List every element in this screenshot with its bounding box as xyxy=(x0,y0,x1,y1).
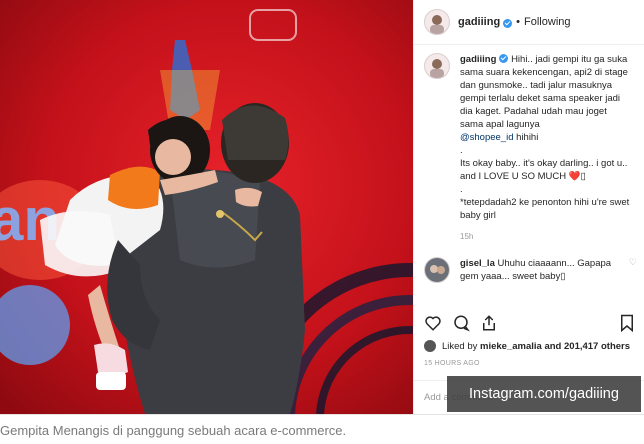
post-header: gadiiing • Following xyxy=(414,0,644,45)
bookmark-icon[interactable] xyxy=(619,314,635,337)
caption-dot-1: . xyxy=(460,145,463,156)
separator-dot: • xyxy=(516,16,521,28)
caption-body: gadiiing Hihi.. jadi gempi itu ga suka s… xyxy=(460,53,630,243)
liked-by-user[interactable]: mieke_amalia xyxy=(480,341,542,352)
share-icon[interactable] xyxy=(480,314,498,337)
comment-icon[interactable] xyxy=(452,314,470,337)
post-photo: an xyxy=(0,0,413,414)
caption-avatar[interactable] xyxy=(424,53,450,79)
caption-dot-2: . xyxy=(460,184,463,195)
follow-status[interactable]: Following xyxy=(524,16,570,28)
caption-username[interactable]: gadiiing xyxy=(460,54,496,65)
caption-timestamp: 15h xyxy=(460,232,474,241)
comment-like-icon[interactable]: ♡ xyxy=(629,257,637,268)
comment-item: gisel_la Uhuhu ciaaaann... Gapapa gem ya… xyxy=(424,257,637,283)
action-bar xyxy=(424,312,637,336)
commenter-avatar[interactable] xyxy=(424,257,450,283)
mention-link[interactable]: @shopee_id xyxy=(460,132,514,143)
caption-text-3: Its okay baby.. it's okay darling.. i go… xyxy=(460,158,628,182)
comments-section: gadiiing Hihi.. jadi gempi itu ga suka s… xyxy=(414,45,644,283)
liker-avatar xyxy=(424,340,436,352)
caption-verified-icon xyxy=(499,54,509,63)
commenter-username[interactable]: gisel_la xyxy=(460,258,495,269)
post-time-ago: 15 HOURS AGO xyxy=(424,360,480,367)
caption-text-4: *tetepdadah2 ke penonton hihi u're swet … xyxy=(460,197,630,221)
caption-text-1: Hihi.. jadi gempi itu ga suka sama suara… xyxy=(460,54,628,130)
profile-avatar[interactable] xyxy=(424,9,450,35)
heart-icon[interactable] xyxy=(424,314,442,337)
article-caption: Gempita Menangis di panggung sebuah acar… xyxy=(0,423,347,438)
verified-badge-icon xyxy=(503,18,513,28)
post-sidebar: gadiiing • Following gadiiing Hihi.. jad… xyxy=(413,0,644,414)
liked-by-suffix[interactable]: and 201,417 others xyxy=(544,341,630,352)
header-username[interactable]: gadiiing xyxy=(458,16,500,28)
caption-text-2: hihihi xyxy=(516,132,539,143)
likes-line: Liked by mieke_amalia and 201,417 others xyxy=(424,340,630,352)
source-watermark: Instagram.com/gadiiing xyxy=(447,376,641,412)
caption-comment: gadiiing Hihi.. jadi gempi itu ga suka s… xyxy=(424,53,635,243)
liked-by-prefix: Liked by xyxy=(442,340,478,352)
comment-body: gisel_la Uhuhu ciaaaann... Gapapa gem ya… xyxy=(460,257,630,283)
instagram-embed: an xyxy=(0,0,644,415)
